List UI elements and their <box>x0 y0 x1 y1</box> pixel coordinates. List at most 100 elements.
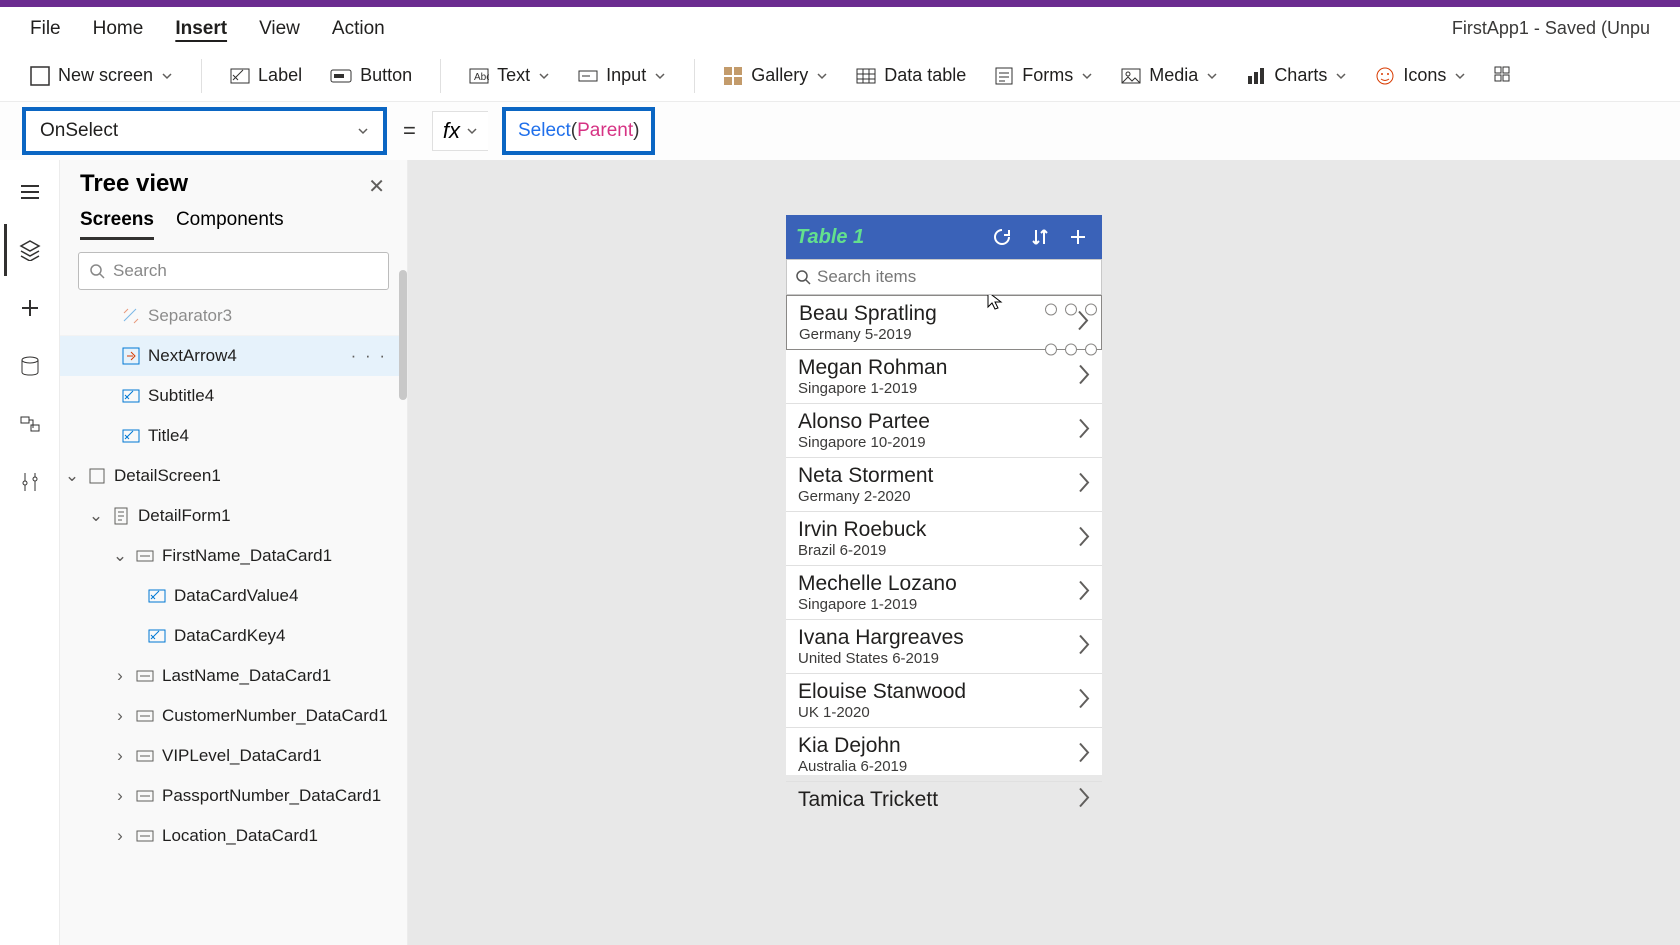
rail-data[interactable] <box>4 340 56 392</box>
next-arrow[interactable] <box>1076 579 1092 606</box>
tree-item-subtitle[interactable]: Subtitle4 <box>60 376 407 416</box>
separator <box>694 59 695 93</box>
search-placeholder: Search items <box>817 267 916 287</box>
list-item[interactable]: Megan Rohman Singapore 1-2019 <box>786 350 1102 404</box>
list-item[interactable]: Alonso Partee Singapore 10-2019 <box>786 404 1102 458</box>
refresh-button[interactable] <box>988 223 1016 251</box>
list-item[interactable]: Irvin Roebuck Brazil 6-2019 <box>786 512 1102 566</box>
property-selector[interactable]: OnSelect <box>22 107 387 155</box>
ribbon-data-table[interactable]: Data table <box>856 65 966 86</box>
top-accent-bar <box>0 0 1680 7</box>
more-options[interactable]: · · · <box>351 346 397 366</box>
close-panel-button[interactable]: ✕ <box>362 170 391 203</box>
next-arrow[interactable] <box>1076 363 1092 390</box>
tree-item-detailscreen[interactable]: ⌄ DetailScreen1 <box>60 456 407 496</box>
tree-scrollbar[interactable] <box>397 160 407 680</box>
canvas-area[interactable]: Table 1 Search items Beau Spratling Germ… <box>408 160 1680 945</box>
list-item[interactable]: Elouise Stanwood UK 1-2020 <box>786 674 1102 728</box>
next-arrow[interactable] <box>1076 633 1092 660</box>
tree-item-title[interactable]: Title4 <box>60 416 407 456</box>
chevron-right-icon[interactable]: › <box>112 746 128 766</box>
chevron-down-icon <box>1335 70 1347 82</box>
item-name: Megan Rohman <box>798 356 1090 380</box>
tree-search[interactable]: Search <box>78 252 389 290</box>
tree-item-viplevel-card[interactable]: › VIPLevel_DataCard1 <box>60 736 407 776</box>
next-arrow[interactable] <box>1076 787 1092 814</box>
ribbon-media[interactable]: Media <box>1121 65 1218 86</box>
next-arrow[interactable] <box>1076 417 1092 444</box>
list-item[interactable]: Beau Spratling Germany 5-2019 <box>786 295 1102 350</box>
tree-item-detailform[interactable]: ⌄ DetailForm1 <box>60 496 407 536</box>
list-item[interactable]: Ivana Hargreaves United States 6-2019 <box>786 620 1102 674</box>
list-item[interactable]: Mechelle Lozano Singapore 1-2019 <box>786 566 1102 620</box>
item-subtitle: Singapore 1-2019 <box>798 380 1090 397</box>
scrollbar-thumb[interactable] <box>399 270 407 400</box>
chevron-down-icon[interactable]: ⌄ <box>88 506 104 526</box>
tree-item-location-card[interactable]: › Location_DataCard1 <box>60 816 407 856</box>
item-name: Elouise Stanwood <box>798 680 1090 704</box>
tree-item-customernumber-card[interactable]: › CustomerNumber_DataCard1 <box>60 696 407 736</box>
label-icon <box>230 66 250 86</box>
chevron-right-icon[interactable]: › <box>112 786 128 806</box>
tree-item-datacardvalue[interactable]: DataCardValue4 <box>60 576 407 616</box>
ribbon-more[interactable] <box>1494 66 1514 86</box>
app-header-title: Table 1 <box>796 226 978 249</box>
menu-file[interactable]: File <box>30 18 61 40</box>
menu-action[interactable]: Action <box>332 18 385 40</box>
tree-item-passportnumber-card[interactable]: › PassportNumber_DataCard1 <box>60 776 407 816</box>
tree-item-nextarrow[interactable]: NextArrow4 · · · <box>60 336 407 376</box>
next-arrow[interactable] <box>1076 471 1092 498</box>
tree-item-lastname-card[interactable]: › LastName_DataCard1 <box>60 656 407 696</box>
ribbon-text[interactable]: Abc Text <box>469 65 550 86</box>
rail-tools[interactable] <box>4 456 56 508</box>
ribbon-button[interactable]: Button <box>330 65 412 86</box>
menu-view[interactable]: View <box>259 18 300 40</box>
separator-icon <box>122 307 140 325</box>
chevron-right-icon[interactable]: › <box>112 826 128 846</box>
ribbon-input[interactable]: Input <box>578 65 666 86</box>
tree-list: Separator3 NextArrow4 · · · Subtitle4 Ti… <box>60 296 407 945</box>
ribbon-gallery[interactable]: Gallery <box>723 65 828 86</box>
rail-tree-view[interactable] <box>4 224 56 276</box>
ribbon-icons[interactable]: Icons <box>1375 65 1466 86</box>
formula-keyword: Select <box>518 120 571 142</box>
next-arrow[interactable] <box>1076 525 1092 552</box>
tree-item-datacardkey[interactable]: DataCardKey4 <box>60 616 407 656</box>
tree-item-separator[interactable]: Separator3 <box>60 296 407 336</box>
rail-hamburger[interactable] <box>4 166 56 218</box>
next-arrow[interactable] <box>1076 741 1092 768</box>
tools-icon <box>19 471 41 493</box>
formula-input[interactable]: Select(Parent) <box>502 107 655 155</box>
chevron-down-icon[interactable]: ⌄ <box>112 546 128 566</box>
add-button[interactable] <box>1064 223 1092 251</box>
chevron-down-icon <box>654 70 666 82</box>
ribbon-label[interactable]: Label <box>230 65 302 86</box>
tree-item-firstname-card[interactable]: ⌄ FirstName_DataCard1 <box>60 536 407 576</box>
chevron-down-icon[interactable]: ⌄ <box>64 466 80 486</box>
ribbon-forms[interactable]: Forms <box>994 65 1093 86</box>
tree-item-label: NextArrow4 <box>148 346 237 366</box>
fx-label[interactable]: fx <box>432 111 488 151</box>
sort-button[interactable] <box>1026 223 1054 251</box>
ribbon-charts[interactable]: Charts <box>1246 65 1347 86</box>
chevron-right-icon[interactable]: › <box>112 666 128 686</box>
list-item[interactable]: Neta Storment Germany 2-2020 <box>786 458 1102 512</box>
menu-home[interactable]: Home <box>93 18 144 40</box>
search-items-input[interactable]: Search items <box>786 259 1102 295</box>
rail-insert[interactable] <box>4 282 56 334</box>
menu-insert[interactable]: Insert <box>175 18 227 40</box>
rail-media[interactable] <box>4 398 56 450</box>
datacard-icon <box>136 667 154 685</box>
chevron-right-icon <box>1076 687 1092 709</box>
tab-components[interactable]: Components <box>176 209 284 240</box>
separator <box>201 59 202 93</box>
chevron-right-icon <box>1076 633 1092 655</box>
item-subtitle: Brazil 6-2019 <box>798 542 1090 559</box>
next-arrow[interactable] <box>1075 309 1091 336</box>
chevron-right-icon[interactable]: › <box>112 706 128 726</box>
tab-screens[interactable]: Screens <box>80 209 154 240</box>
ribbon-new-screen[interactable]: New screen <box>30 65 173 86</box>
next-arrow[interactable] <box>1076 687 1092 714</box>
list-item[interactable]: Kia Dejohn Australia 6-2019 <box>786 728 1102 782</box>
list-item[interactable]: Tamica Trickett <box>786 782 1102 818</box>
